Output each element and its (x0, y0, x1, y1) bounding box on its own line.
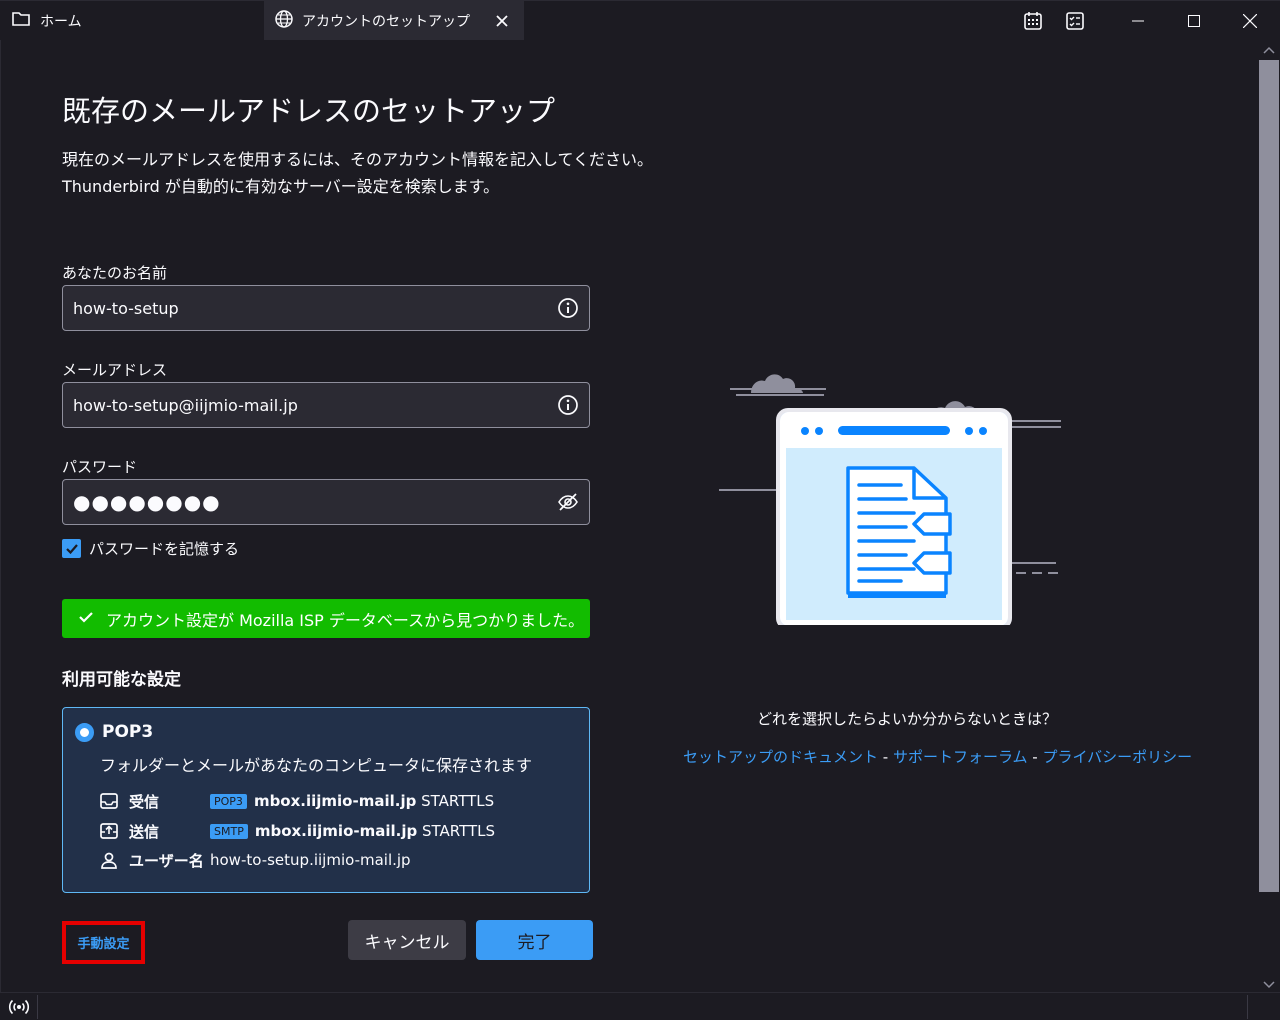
remember-password-checkbox[interactable] (62, 539, 81, 558)
outgoing-protocol-badge: SMTP (210, 823, 248, 839)
remember-password-label: パスワードを記憶する (89, 540, 240, 558)
outgoing-server-row: 送信 SMTP mbox.iijmio-mail.jp STARTTLS (99, 820, 495, 842)
available-config-title: 利用可能な設定 (62, 670, 181, 690)
maximize-icon (1188, 15, 1200, 27)
incoming-host-wrap: mbox.iijmio-mail.jp STARTTLS (254, 792, 494, 810)
minimize-button[interactable] (1110, 1, 1166, 41)
incoming-protocol-badge: POP3 (210, 793, 247, 809)
password-field-value: ●●●●●●●● (73, 490, 221, 514)
tab-home-label: ホーム (40, 14, 82, 30)
close-window-button[interactable] (1222, 1, 1278, 41)
intro-text: 現在のメールアドレスを使用するには、そのアカウント情報を記入してください。 Th… (62, 146, 653, 200)
incoming-security: STARTTLS (421, 792, 495, 810)
help-question: どれを選択したらよいか分からないときは？ (757, 710, 1058, 728)
password-field[interactable]: ●●●●●●●● (62, 479, 590, 525)
tab-setup-label: アカウントのセットアップ (302, 14, 470, 30)
intro-line-1: 現在のメールアドレスを使用するには、そのアカウント情報を記入してください。 (62, 150, 654, 169)
setup-docs-link[interactable]: セットアップのドキュメント (683, 748, 878, 766)
privacy-policy-link[interactable]: プライバシーポリシー (1042, 748, 1192, 766)
pop3-radio[interactable] (75, 723, 94, 742)
incoming-label: 受信 (129, 792, 160, 811)
outgoing-security: STARTTLS (422, 822, 496, 840)
tab-account-setup[interactable]: アカウントのセットアップ (264, 1, 524, 41)
calendar-icon[interactable] (1022, 10, 1044, 32)
globe-icon (274, 9, 294, 33)
done-button[interactable]: 完了 (476, 920, 593, 960)
setup-illustration (716, 325, 1066, 654)
intro-line-2: Thunderbird が自動的に有効なサーバー設定を検索します。 (62, 177, 500, 196)
username-row: ユーザー名 how-to-setup.iijmio-mail.jp (99, 849, 411, 871)
checkmark-icon (78, 609, 94, 628)
incoming-host: mbox.iijmio-mail.jp (253, 792, 417, 810)
close-icon (1243, 14, 1257, 28)
online-status-icon[interactable] (8, 997, 30, 1017)
success-banner: アカウント設定が Mozilla ISP データベースから見つかりました。 (62, 599, 590, 638)
remember-password-row[interactable]: パスワードを記憶する (62, 538, 239, 559)
tasks-icon[interactable] (1064, 10, 1086, 32)
outgoing-host-wrap: mbox.iijmio-mail.jp STARTTLS (255, 822, 495, 840)
name-field-value: how-to-setup (73, 298, 179, 318)
incoming-server-row: 受信 POP3 mbox.iijmio-mail.jp STARTTLS (99, 790, 494, 812)
username-value: how-to-setup.iijmio-mail.jp (210, 851, 411, 869)
info-icon[interactable] (557, 394, 579, 416)
support-forum-link[interactable]: サポートフォーラム (893, 748, 1028, 766)
link-separator: - (878, 748, 893, 766)
status-divider (1247, 995, 1248, 1019)
minimize-icon (1132, 20, 1144, 22)
email-field-value: how-to-setup@iijmio-mail.jp (73, 395, 298, 415)
page-title: 既存のメールアドレスのセットアップ (62, 94, 556, 128)
help-links: セットアップのドキュメント - サポートフォーラム - プライバシーポリシー (683, 746, 1192, 767)
account-setup-page: 既存のメールアドレスのセットアップ 現在のメールアドレスを使用するには、そのアカ… (0, 40, 1280, 992)
vertical-scrollbar[interactable] (1259, 40, 1279, 992)
outbox-icon (99, 821, 119, 841)
title-bar: ホーム アカウントのセットアップ (0, 0, 1280, 41)
email-field[interactable]: how-to-setup@iijmio-mail.jp (62, 382, 590, 428)
config-option-title: POP3 (102, 722, 154, 742)
password-label: パスワード (62, 458, 138, 476)
config-option-description: フォルダーとメールがあなたのコンピュータに保存されます (100, 756, 533, 775)
manual-config-button[interactable]: 手動設定 (62, 921, 145, 964)
status-divider (37, 995, 38, 1019)
outgoing-host: mbox.iijmio-mail.jp (254, 822, 418, 840)
username-label: ユーザー名 (129, 851, 204, 870)
eye-slash-icon[interactable] (557, 491, 579, 513)
scroll-up-icon[interactable] (1263, 42, 1275, 54)
close-tab-icon[interactable] (492, 11, 512, 31)
tab-home[interactable]: ホーム (8, 1, 258, 41)
user-icon (99, 850, 119, 870)
scrollbar-thumb[interactable] (1259, 60, 1279, 892)
config-option-pop3[interactable]: POP3 フォルダーとメールがあなたのコンピュータに保存されます 受信 POP3… (62, 707, 590, 893)
status-bar (0, 992, 1280, 1020)
outgoing-label: 送信 (129, 822, 160, 841)
info-icon[interactable] (557, 297, 579, 319)
name-label: あなたのお名前 (62, 264, 168, 282)
cancel-button[interactable]: キャンセル (348, 920, 466, 960)
success-banner-text: アカウント設定が Mozilla ISP データベースから見つかりました。 (106, 610, 585, 630)
email-label: メールアドレス (62, 361, 168, 379)
checkmark-icon (65, 543, 78, 554)
inbox-icon (99, 791, 119, 811)
folder-icon (12, 11, 30, 31)
scroll-down-icon[interactable] (1263, 975, 1275, 989)
name-field[interactable]: how-to-setup (62, 285, 590, 331)
link-separator: - (1027, 748, 1043, 766)
maximize-button[interactable] (1166, 1, 1222, 41)
